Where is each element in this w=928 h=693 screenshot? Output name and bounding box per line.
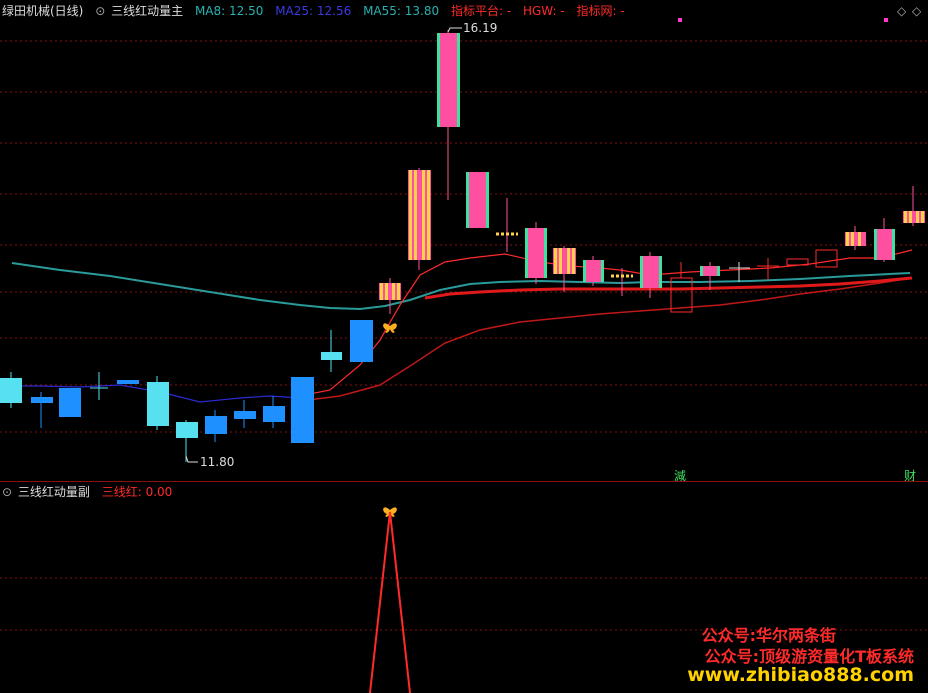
candle-stripe [385, 283, 388, 300]
watermark-line-3: www.zhibiao888.com [687, 664, 914, 686]
sub-indicator-line [369, 511, 411, 693]
sub-indicator-name[interactable]: 三线红动量副 [18, 481, 90, 503]
candle-stripe [397, 283, 400, 300]
diamond-icon[interactable]: ◇ [912, 4, 921, 18]
candle-stripe [544, 228, 547, 278]
candle-stripe [572, 248, 575, 274]
platform-value: 指标平台: - [450, 4, 512, 18]
candle-stripe [525, 228, 528, 278]
low-label-pointer [185, 455, 198, 463]
candle-stripe [858, 232, 861, 246]
low-price-label: 11.80 [200, 455, 235, 469]
candle-stripe [457, 33, 460, 127]
candle [466, 172, 489, 228]
candle-stripe [414, 170, 417, 260]
candle [350, 320, 373, 362]
candle [263, 406, 285, 422]
candle [31, 397, 53, 403]
candle-stripe [717, 266, 720, 276]
net-value: 指标网: - [576, 4, 625, 18]
collapse-icon[interactable]: ⊙ [95, 0, 105, 22]
candle-stripe [700, 266, 703, 276]
high-label-pointer [447, 27, 462, 33]
indicator-name[interactable]: 三线红动量主 [111, 0, 183, 22]
candle-stripe [437, 33, 440, 127]
candle [147, 382, 169, 426]
up-candles [379, 30, 925, 314]
candle [205, 416, 227, 434]
candle-stripe [921, 211, 924, 223]
candle [117, 380, 139, 384]
sub-indicator-value: 三线红: 0.00 [101, 485, 173, 499]
candle-stripe [466, 172, 469, 228]
candle [874, 229, 895, 260]
candle-stripe [427, 170, 430, 260]
candle-stripe [559, 248, 562, 274]
candle [234, 411, 256, 419]
candle [321, 352, 342, 360]
candle-stripe [567, 248, 570, 274]
candle-stripe [486, 172, 489, 228]
main-chart[interactable] [0, 0, 928, 693]
high-price-label: 16.19 [463, 21, 498, 35]
candle-stripe [422, 170, 425, 260]
candle [176, 422, 198, 438]
candle-stripe [640, 256, 643, 288]
candle-stripe [380, 283, 383, 300]
candle-stripe [916, 211, 919, 223]
candle-stripe [851, 232, 854, 246]
diamond-icon[interactable]: ◇ [897, 4, 906, 18]
ma25-value: MA25: 12.56 [275, 4, 352, 18]
candle-stripe [659, 256, 662, 288]
candle-stripe [904, 211, 907, 223]
hgw-value: HGW: - [522, 4, 565, 18]
candle-stripe [554, 248, 557, 274]
candle-stripe [583, 260, 586, 282]
candle [640, 256, 662, 288]
candle [0, 378, 22, 403]
candle-stripe [892, 229, 895, 260]
collapse-icon[interactable]: ⊙ [2, 481, 12, 503]
candle [583, 260, 604, 282]
candle-stripe [392, 283, 395, 300]
ma8-line [299, 249, 913, 397]
candle-stripe [409, 170, 412, 260]
ma8-value: MA8: 12.50 [194, 4, 264, 18]
ma55-value: MA55: 13.80 [363, 4, 440, 18]
sub-panel-header: ⊙ 三线红动量副 三线红: 0.00 [0, 481, 928, 503]
candle [59, 388, 81, 417]
candle-stripe [874, 229, 877, 260]
candle [525, 228, 547, 278]
candle-stripe [601, 260, 604, 282]
candles [0, 320, 373, 462]
candle [437, 33, 460, 127]
candle-stripe [909, 211, 912, 223]
candle-stripe [846, 232, 849, 246]
candle [291, 377, 314, 443]
stock-title[interactable]: 绿田机械(日线) [2, 0, 83, 22]
candle-hollow [815, 249, 838, 268]
main-panel-header: 绿田机械(日线) ⊙ 三线红动量主 MA8: 12.50 MA25: 12.56… [0, 0, 928, 22]
